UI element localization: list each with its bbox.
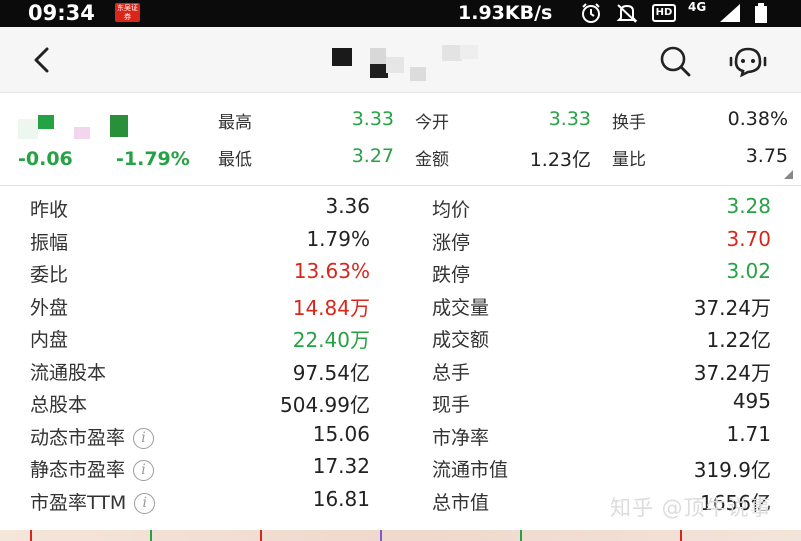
detail-right-label: 总市值 [432,492,490,514]
detail-row: 外盘 14.84万 成交量 37.24万 [0,289,801,321]
detail-left-value: 504.99亿 [280,393,370,417]
detail-left-label-text: 内盘 [30,329,69,351]
detail-left-value: 22.40万 [292,328,370,352]
low-value: 3.27 [351,145,394,167]
detail-right-label: 现手 [432,394,471,416]
app-badge-icon: 东吴证券 [115,3,140,22]
detail-left-label-text: 动态市盈率 [30,427,126,449]
detail-left-label: 委比 [30,260,68,287]
detail-left-label-text: 外盘 [30,297,69,319]
chat-bot-icon[interactable] [728,44,768,78]
volume-ratio-value: 3.75 [745,145,788,167]
status-bar: 09:34 东吴证券 1.93KB/s HD 4G [0,0,801,27]
detail-right-value: 1.71 [726,422,771,446]
detail-left-value: 17.32 [312,454,370,478]
detail-right-label: 成交额 [432,329,490,351]
amount-value: 1.23亿 [529,149,591,171]
price-change-percent: -1.79% [116,148,190,170]
status-time: 09:34 [28,1,95,25]
turnover-value: 0.38% [727,108,788,130]
mute-icon [616,4,638,23]
detail-left-label: 市盈率TTM i [30,488,156,515]
detail-row: 静态市盈率 i 17.32 流通市值 319.9亿 [0,451,801,483]
detail-left-label-text: 市盈率TTM [30,492,127,514]
price-change: -0.06 [18,148,73,170]
detail-left-value: 1.79% [306,227,370,251]
detail-right-value: 1.22亿 [706,328,771,352]
info-icon[interactable]: i [133,460,155,481]
detail-left-label-text: 总股本 [30,394,88,416]
detail-row: 流通股本 97.54亿 总手 37.24万 [0,354,801,386]
detail-left-value: 13.63% [293,259,370,283]
info-icon[interactable]: i [134,493,156,514]
detail-right-label: 流通市值 [432,459,509,481]
chart-preview-strip [0,530,801,541]
detail-left-label: 流通股本 [30,358,106,385]
watermark: 知乎 @顶牛说事 [610,496,772,520]
detail-row: 振幅 1.79% 涨停 3.70 [0,224,801,256]
top-nav-bar [0,27,801,93]
detail-right-label: 总手 [432,362,471,384]
network-speed: 1.93KB/s [458,2,553,24]
detail-left-value: 97.54亿 [292,361,370,385]
detail-left-label: 外盘 [30,293,68,320]
info-icon[interactable]: i [133,428,155,449]
hd-icon: HD [652,4,676,22]
low-label: 最低 [218,150,252,170]
stock-title-obscured [330,39,500,89]
detail-left-label-text: 流通股本 [30,362,107,384]
back-button[interactable] [26,44,58,76]
detail-right-value: 3.28 [726,194,771,218]
detail-right-label: 涨停 [432,232,471,254]
detail-right-value: 37.24万 [693,361,771,385]
detail-left-value: 15.06 [312,422,370,446]
detail-right-label: 成交量 [432,297,490,319]
detail-row: 委比 13.63% 跌停 3.02 [0,256,801,288]
detail-left-label-text: 昨收 [30,199,69,221]
detail-left-value: 16.81 [312,487,370,511]
detail-left-label: 振幅 [30,228,68,255]
amount-label: 金额 [415,150,449,170]
collapse-toggle-icon[interactable] [784,170,793,179]
detail-left-label-text: 振幅 [30,232,69,254]
detail-row: 昨收 3.36 均价 3.28 [0,191,801,223]
detail-left-label: 动态市盈率 i [30,423,155,450]
volume-ratio-label: 量比 [612,150,646,170]
detail-left-label: 总股本 [30,390,87,417]
detail-right-value: 495 [732,389,771,413]
detail-right-value: 3.02 [726,259,771,283]
detail-right-value: 37.24万 [693,296,771,320]
detail-right-label: 市净率 [432,427,490,449]
detail-row: 动态市盈率 i 15.06 市净率 1.71 [0,419,801,451]
search-icon[interactable] [658,44,692,78]
detail-row: 总股本 504.99亿 现手 495 [0,386,801,418]
open-value: 3.33 [548,108,591,130]
detail-right-value: 3.70 [726,227,771,251]
battery-icon [755,3,767,23]
4g-icon: 4G [688,0,707,14]
turnover-label: 换手 [612,113,646,133]
detail-left-label: 静态市盈率 i [30,455,155,482]
detail-left-value: 14.84万 [292,296,370,320]
open-label: 今开 [415,113,449,133]
detail-right-label: 跌停 [432,264,471,286]
alarm-icon [582,3,600,23]
detail-left-label: 昨收 [30,195,68,222]
signal-icon [720,4,740,22]
quote-detail-list: 昨收 3.36 均价 3.28 振幅 1.79% 涨停 3.70 委比 13.63% 跌停 3.02 外… [0,187,801,532]
detail-row: 内盘 22.40万 成交额 1.22亿 [0,321,801,353]
quote-summary: -0.06 -1.79% 最高 3.33 今开 3.33 换手 0.38% 最低… [0,94,801,186]
stock-price-obscured [18,111,148,139]
high-label: 最高 [218,113,252,133]
detail-left-label-text: 委比 [30,264,69,286]
detail-left-label-text: 静态市盈率 [30,459,126,481]
high-value: 3.33 [351,108,394,130]
detail-right-value: 319.9亿 [693,458,771,482]
detail-right-label: 均价 [432,199,471,221]
detail-left-value: 3.36 [325,194,370,218]
detail-left-label: 内盘 [30,325,68,352]
